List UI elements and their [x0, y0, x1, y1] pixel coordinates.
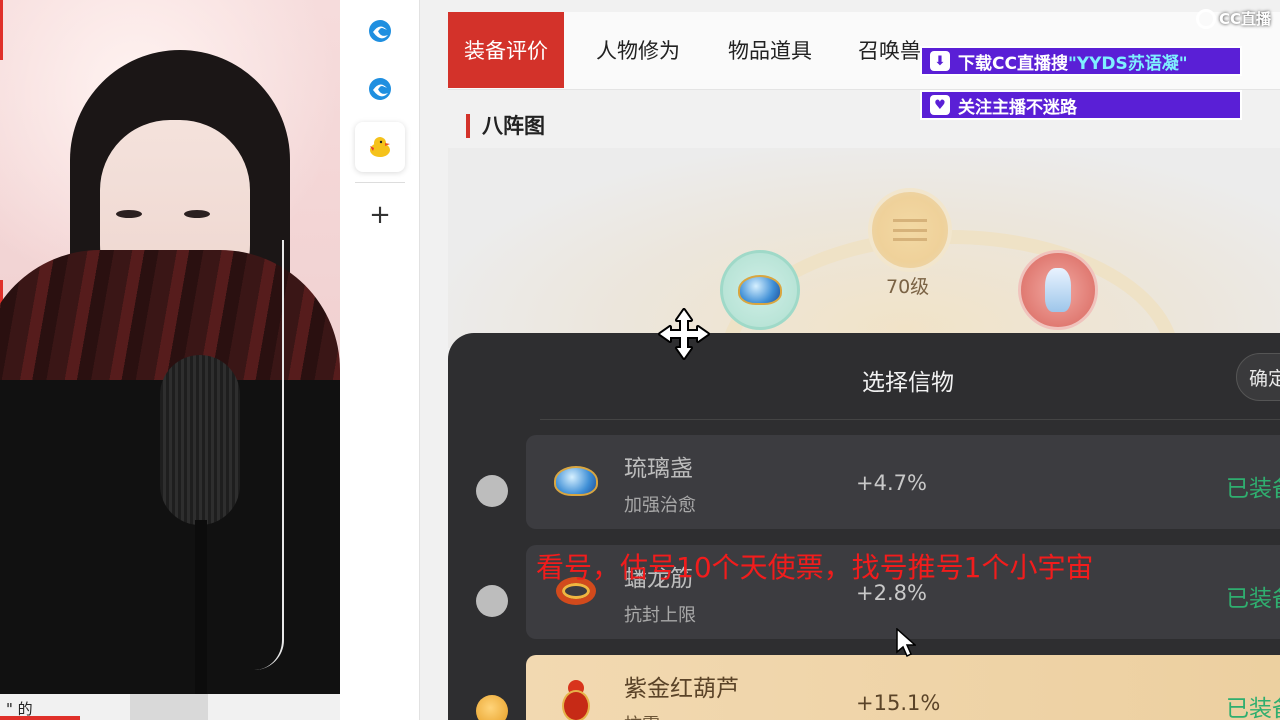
- vase-icon: [1045, 268, 1071, 312]
- status-badge: 已装备: [1226, 476, 1280, 502]
- scrolling-message: 看号，估号10个天使票，找号推号1个小宇宙: [536, 551, 1094, 584]
- microphone: [160, 355, 240, 525]
- formation-slot-left[interactable]: [720, 250, 800, 330]
- section-title: 八阵图: [466, 114, 545, 138]
- cc-live-logo: CC直播: [1196, 8, 1271, 29]
- tab-equipment-rating[interactable]: 装备评价: [448, 12, 564, 88]
- item-radio-3[interactable]: [476, 695, 508, 720]
- plus-icon: +: [369, 200, 391, 230]
- tab-summoned-beast[interactable]: 召唤兽: [858, 12, 921, 88]
- glass-bowl-icon: [738, 275, 782, 305]
- formation-level: 70级: [886, 276, 930, 298]
- mouse-pointer-icon: [896, 628, 916, 658]
- download-banner: ⬇ 下载CC直播搜 "YYDS苏语凝": [920, 46, 1242, 76]
- select-token-panel: 选择信物 确定 琉璃盏 加强治愈 +4.7% 已装备 蟠龙筋 抗封上限 +2.8…: [448, 333, 1280, 720]
- move-cursor-icon: [658, 308, 710, 360]
- status-badge: 已装备: [1226, 696, 1280, 720]
- token-row-3[interactable]: 紫金红葫芦 抗震 +15.1% 已装备: [526, 655, 1280, 720]
- sidebar-app-chick[interactable]: [355, 122, 405, 172]
- edge-browser-icon: [369, 20, 391, 42]
- menu-lines-icon: [893, 219, 927, 241]
- token-row-1[interactable]: 琉璃盏 加强治愈 +4.7% 已装备: [526, 435, 1280, 529]
- follow-banner: ♥ 关注主播不迷路: [920, 90, 1242, 120]
- red-gourd-icon: [564, 680, 588, 720]
- screen: " 的 + 装备评价 人物修为 物品道具 召唤兽 八阵图 70级 选择信物 确定…: [0, 0, 1280, 720]
- chick-app-icon: [370, 137, 390, 157]
- formation-slot-right[interactable]: [1018, 250, 1098, 330]
- item-radio-1[interactable]: [476, 475, 508, 507]
- sidebar-app-edge-2[interactable]: [355, 64, 405, 114]
- sidebar-app-edge-1[interactable]: [355, 6, 405, 56]
- heart-icon: ♥: [930, 95, 950, 115]
- cc-logo-icon: [1196, 8, 1216, 29]
- item-radio-2[interactable]: [476, 585, 508, 617]
- confirm-button[interactable]: 确定: [1236, 353, 1280, 401]
- webcam-feed: " 的: [0, 0, 340, 720]
- glass-bowl-icon: [554, 466, 598, 496]
- formation-center-slot[interactable]: [868, 188, 952, 272]
- earphone-cable: [244, 240, 284, 670]
- tab-character-cultivation[interactable]: 人物修为: [596, 12, 680, 88]
- panel-title: 选择信物: [862, 370, 954, 396]
- download-icon: ⬇: [930, 51, 950, 71]
- edge-browser-icon: [369, 78, 391, 100]
- sidebar-add-button[interactable]: +: [355, 190, 405, 240]
- status-badge: 已装备: [1226, 586, 1280, 612]
- browser-sidebar: +: [340, 0, 420, 720]
- tab-items[interactable]: 物品道具: [728, 12, 812, 88]
